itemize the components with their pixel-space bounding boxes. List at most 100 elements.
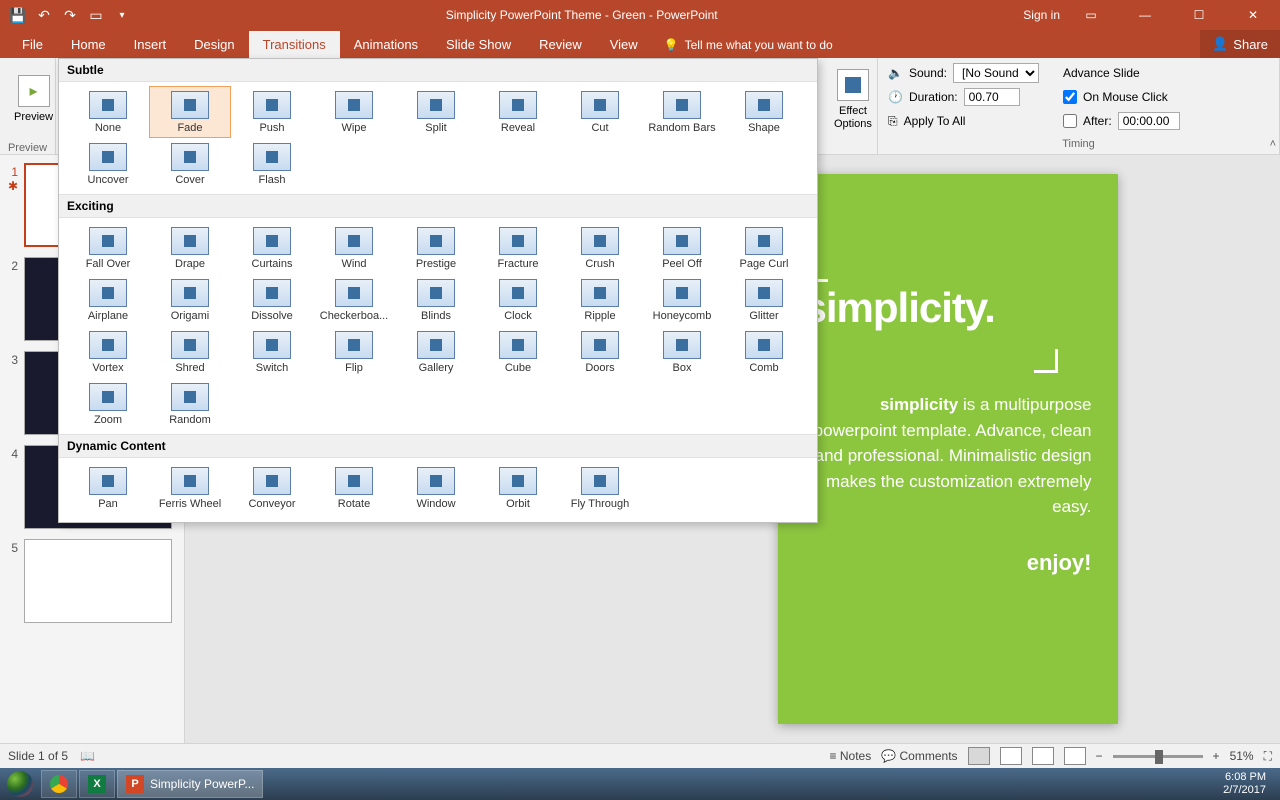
- transition-blinds[interactable]: Blinds: [395, 274, 477, 326]
- transition-clock[interactable]: Clock: [477, 274, 559, 326]
- transition-rotate[interactable]: Rotate: [313, 462, 395, 514]
- transition-curtains[interactable]: Curtains: [231, 222, 313, 274]
- tab-review[interactable]: Review: [525, 31, 596, 58]
- duration-input[interactable]: [964, 88, 1020, 106]
- transition-conveyor[interactable]: Conveyor: [231, 462, 313, 514]
- transition-shape[interactable]: Shape: [723, 86, 805, 138]
- transition-ripple[interactable]: Ripple: [559, 274, 641, 326]
- transition-flip[interactable]: Flip: [313, 326, 395, 378]
- transition-wind[interactable]: Wind: [313, 222, 395, 274]
- transition-random-bars[interactable]: Random Bars: [641, 86, 723, 138]
- on-mouse-click-checkbox[interactable]: [1063, 90, 1077, 104]
- transition-fracture[interactable]: Fracture: [477, 222, 559, 274]
- transition-push[interactable]: Push: [231, 86, 313, 138]
- taskbar-chrome[interactable]: [41, 770, 77, 798]
- transition-flash[interactable]: Flash: [231, 138, 313, 190]
- zoom-slider[interactable]: [1113, 755, 1203, 758]
- transition-glitter[interactable]: Glitter: [723, 274, 805, 326]
- transition-split[interactable]: Split: [395, 86, 477, 138]
- preview-button[interactable]: ▸ Preview: [6, 60, 61, 140]
- tell-me-search[interactable]: 💡Tell me what you want to do: [652, 32, 845, 58]
- transition-doors[interactable]: Doors: [559, 326, 641, 378]
- maximize-button[interactable]: ☐: [1176, 0, 1222, 30]
- tab-transitions[interactable]: Transitions: [249, 31, 340, 58]
- tab-insert[interactable]: Insert: [120, 31, 181, 58]
- zoom-level[interactable]: 51%: [1230, 749, 1254, 763]
- transition-pan[interactable]: Pan: [67, 462, 149, 514]
- after-checkbox[interactable]: [1063, 114, 1077, 128]
- zoom-in-button[interactable]: +: [1213, 749, 1220, 763]
- transition-wipe[interactable]: Wipe: [313, 86, 395, 138]
- transition-switch[interactable]: Switch: [231, 326, 313, 378]
- after-input[interactable]: [1118, 112, 1180, 130]
- save-icon[interactable]: 💾: [6, 3, 30, 27]
- transition-crush[interactable]: Crush: [559, 222, 641, 274]
- transition-checkerboa-[interactable]: Checkerboa...: [313, 274, 395, 326]
- sound-select[interactable]: [No Sound]: [953, 63, 1039, 83]
- ribbon-display-icon[interactable]: ▭: [1068, 0, 1114, 30]
- tab-view[interactable]: View: [596, 31, 652, 58]
- transition-shred[interactable]: Shred: [149, 326, 231, 378]
- close-button[interactable]: ✕: [1230, 0, 1276, 30]
- undo-icon[interactable]: ↶: [32, 3, 56, 27]
- taskbar-excel[interactable]: X: [79, 770, 115, 798]
- transition-none[interactable]: None: [67, 86, 149, 138]
- slide-enjoy-text: enjoy!: [804, 550, 1092, 576]
- minimize-button[interactable]: —: [1122, 0, 1168, 30]
- qat-customize-icon[interactable]: ▾: [110, 3, 134, 27]
- transition-fall-over[interactable]: Fall Over: [67, 222, 149, 274]
- transition-cut[interactable]: Cut: [559, 86, 641, 138]
- system-clock[interactable]: 6:08 PM2/7/2017: [1209, 771, 1280, 797]
- transition-cover[interactable]: Cover: [149, 138, 231, 190]
- apply-all-button[interactable]: Apply To All: [904, 114, 966, 128]
- slideshow-view-button[interactable]: [1064, 747, 1086, 765]
- fit-to-window-button[interactable]: ⛶: [1264, 749, 1272, 764]
- transition-window[interactable]: Window: [395, 462, 477, 514]
- transition-fly-through[interactable]: Fly Through: [559, 462, 641, 514]
- transition-icon: [581, 227, 619, 255]
- transition-random[interactable]: Random: [149, 378, 231, 430]
- transition-page-curl[interactable]: Page Curl: [723, 222, 805, 274]
- transition-origami[interactable]: Origami: [149, 274, 231, 326]
- transition-uncover[interactable]: Uncover: [67, 138, 149, 190]
- tab-file[interactable]: File: [8, 31, 57, 58]
- transition-orbit[interactable]: Orbit: [477, 462, 559, 514]
- tab-home[interactable]: Home: [57, 31, 120, 58]
- transition-honeycomb[interactable]: Honeycomb: [641, 274, 723, 326]
- redo-icon[interactable]: ↷: [58, 3, 82, 27]
- effect-options-button[interactable]: Effect Options: [826, 60, 880, 140]
- tab-slideshow[interactable]: Slide Show: [432, 31, 525, 58]
- taskbar-powerpoint[interactable]: PSimplicity PowerP...: [117, 770, 263, 798]
- transition-peel-off[interactable]: Peel Off: [641, 222, 723, 274]
- share-button[interactable]: 👤Share: [1200, 30, 1280, 58]
- tab-design[interactable]: Design: [180, 31, 248, 58]
- zoom-out-button[interactable]: −: [1096, 749, 1103, 763]
- tab-animations[interactable]: Animations: [340, 31, 432, 58]
- transition-cube[interactable]: Cube: [477, 326, 559, 378]
- transition-dissolve[interactable]: Dissolve: [231, 274, 313, 326]
- transition-label: Blinds: [421, 310, 451, 322]
- sign-in-link[interactable]: Sign in: [1023, 8, 1060, 22]
- transition-airplane[interactable]: Airplane: [67, 274, 149, 326]
- transition-zoom[interactable]: Zoom: [67, 378, 149, 430]
- transition-reveal[interactable]: Reveal: [477, 86, 559, 138]
- transition-drape[interactable]: Drape: [149, 222, 231, 274]
- spell-check-icon[interactable]: 📖: [80, 749, 95, 763]
- transition-gallery[interactable]: Gallery: [395, 326, 477, 378]
- transition-vortex[interactable]: Vortex: [67, 326, 149, 378]
- transition-box[interactable]: Box: [641, 326, 723, 378]
- transition-comb[interactable]: Comb: [723, 326, 805, 378]
- normal-view-button[interactable]: [968, 747, 990, 765]
- comments-button[interactable]: 💬 Comments: [881, 749, 957, 763]
- notes-button[interactable]: ≡ Notes: [830, 749, 872, 763]
- collapse-ribbon-icon[interactable]: ˄: [1270, 138, 1276, 150]
- reading-view-button[interactable]: [1032, 747, 1054, 765]
- transition-fade[interactable]: Fade: [149, 86, 231, 138]
- start-button[interactable]: [0, 768, 40, 800]
- thumbnail-slide-5[interactable]: [24, 539, 172, 623]
- transition-prestige[interactable]: Prestige: [395, 222, 477, 274]
- transition-icon: [253, 467, 291, 495]
- slide-sorter-view-button[interactable]: [1000, 747, 1022, 765]
- transition-ferris-wheel[interactable]: Ferris Wheel: [149, 462, 231, 514]
- start-from-beginning-icon[interactable]: ▭: [84, 3, 108, 27]
